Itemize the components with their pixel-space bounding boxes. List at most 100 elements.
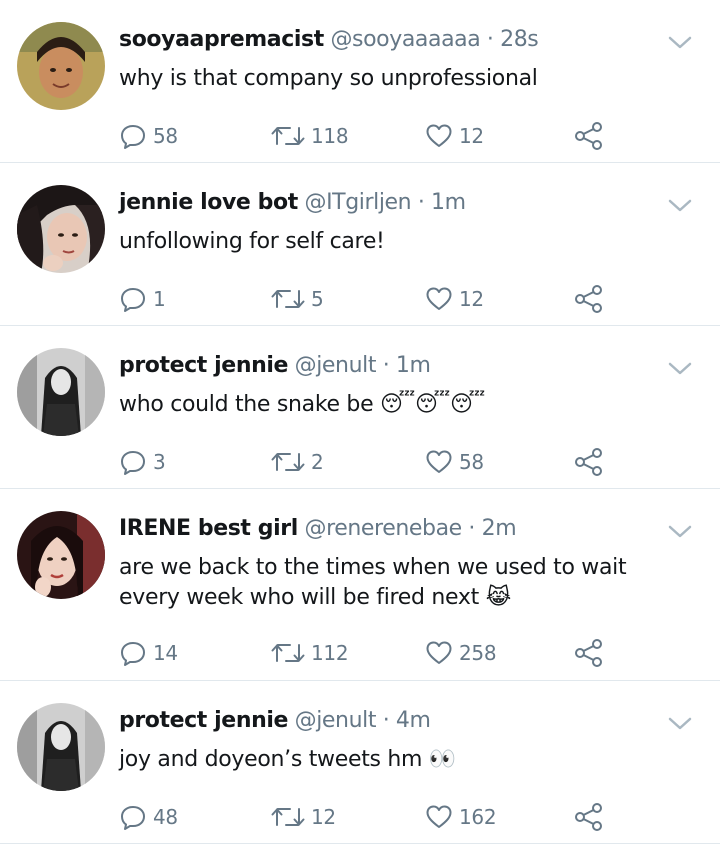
tweet[interactable]: protect jennie @jenult · 1m who could th…: [0, 326, 720, 489]
tweet-header: protect jennie @jenult · 1m: [119, 352, 431, 380]
avatar[interactable]: [17, 703, 105, 791]
retweet-button[interactable]: 2: [271, 446, 324, 478]
tweet-actions: 14 112 258: [119, 637, 720, 669]
tweet[interactable]: protect jennie @jenult · 4m joy and doye…: [0, 681, 720, 844]
heart-icon: [426, 287, 452, 310]
chevron-down-icon[interactable]: [666, 358, 694, 378]
tweet-text: why is that company so unprofessional: [119, 64, 690, 94]
share-button[interactable]: [574, 120, 604, 152]
retweet-button[interactable]: 112: [271, 637, 349, 669]
tweet-emoji: 😴😴😴: [380, 392, 485, 417]
reply-icon: [121, 642, 145, 666]
like-count: 58: [459, 450, 484, 474]
heart-icon: [426, 805, 452, 828]
reply-button[interactable]: 58: [119, 120, 178, 152]
display-name[interactable]: jennie love bot: [119, 190, 298, 215]
display-name[interactable]: protect jennie: [119, 708, 288, 733]
retweet-button[interactable]: 12: [271, 801, 336, 833]
reply-button[interactable]: 3: [119, 446, 166, 478]
timestamp[interactable]: 4m: [396, 708, 431, 733]
timestamp[interactable]: 1m: [431, 190, 466, 215]
reply-count: 58: [153, 124, 178, 148]
display-name[interactable]: protect jennie: [119, 353, 288, 378]
tweet-text-content: why is that company so unprofessional: [119, 66, 538, 91]
heart-icon: [426, 124, 452, 147]
retweet-icon: [271, 290, 305, 308]
reply-count: 14: [153, 641, 178, 665]
tweet[interactable]: jennie love bot @ITgirljen · 1m unfollow…: [0, 163, 720, 326]
chevron-down-icon[interactable]: [666, 32, 694, 52]
share-icon: [575, 639, 602, 667]
retweet-icon: [271, 127, 305, 145]
reply-icon: [121, 288, 145, 312]
like-button[interactable]: 12: [425, 283, 484, 315]
tweet-text: joy and doyeon’s tweets hm 👀: [119, 745, 690, 775]
timestamp[interactable]: 1m: [396, 353, 431, 378]
tweet-text-content: who could the snake be: [119, 392, 381, 417]
reply-button[interactable]: 14: [119, 637, 178, 669]
reply-count: 1: [153, 287, 166, 311]
tweet-actions: 3 2 58: [119, 446, 720, 478]
share-icon: [575, 285, 602, 313]
like-button[interactable]: 12: [425, 120, 484, 152]
user-handle[interactable]: @ITgirljen: [304, 190, 411, 215]
share-button[interactable]: [574, 637, 604, 669]
tweet-header: jennie love bot @ITgirljen · 1m: [119, 189, 466, 217]
tweet-text: are we back to the times when we used to…: [119, 553, 690, 613]
tweet-header: sooyaapremacist @sooyaaaaaa · 28s: [119, 26, 539, 54]
like-count: 12: [459, 124, 484, 148]
tweet-header: protect jennie @jenult · 4m: [119, 707, 431, 735]
tweet-actions: 48 12 162: [119, 801, 720, 833]
tweet-emoji: 👀: [428, 747, 456, 772]
reply-icon: [121, 806, 145, 830]
timestamp[interactable]: 2m: [482, 516, 517, 541]
heart-icon: [426, 641, 452, 664]
like-count: 258: [459, 641, 497, 665]
tweet-text-content: are we back to the times when we used to…: [119, 555, 627, 610]
chevron-down-icon[interactable]: [666, 521, 694, 541]
tweet-emoji: 😹: [485, 585, 512, 610]
retweet-button[interactable]: 5: [271, 283, 324, 315]
display-name[interactable]: sooyaapremacist: [119, 27, 324, 52]
retweet-count: 5: [311, 287, 324, 311]
share-button[interactable]: [574, 801, 604, 833]
user-handle[interactable]: @sooyaaaaaa: [330, 27, 480, 52]
user-handle[interactable]: @jenult: [295, 353, 377, 378]
avatar[interactable]: [17, 348, 105, 436]
avatar[interactable]: [17, 22, 105, 110]
tweet[interactable]: sooyaapremacist @sooyaaaaaa · 28s why is…: [0, 0, 720, 163]
timestamp[interactable]: 28s: [500, 27, 539, 52]
reply-icon: [121, 451, 145, 475]
avatar[interactable]: [17, 511, 105, 599]
reply-count: 3: [153, 450, 166, 474]
retweet-button[interactable]: 118: [271, 120, 349, 152]
tweet-text: unfollowing for self care!: [119, 227, 690, 257]
tweet-text: who could the snake be 😴😴😴: [119, 390, 690, 420]
user-handle[interactable]: @renerenebae: [304, 516, 462, 541]
share-icon: [575, 803, 602, 831]
retweet-count: 12: [311, 805, 336, 829]
tweet-actions: 58 118 12: [119, 120, 720, 152]
avatar[interactable]: [17, 185, 105, 273]
retweet-icon: [271, 808, 305, 826]
display-name[interactable]: IRENE best girl: [119, 516, 298, 541]
like-button[interactable]: 58: [425, 446, 484, 478]
share-button[interactable]: [574, 446, 604, 478]
chevron-down-icon[interactable]: [666, 195, 694, 215]
reply-button[interactable]: 48: [119, 801, 178, 833]
tweet-text-content: unfollowing for self care!: [119, 229, 385, 254]
like-count: 12: [459, 287, 484, 311]
separator-dot: ·: [417, 190, 425, 215]
reply-button[interactable]: 1: [119, 283, 166, 315]
tweet-text-content: joy and doyeon’s tweets hm: [119, 747, 429, 772]
chevron-down-icon[interactable]: [666, 713, 694, 733]
separator-dot: ·: [382, 353, 390, 378]
like-button[interactable]: 258: [425, 637, 497, 669]
tweet[interactable]: IRENE best girl @renerenebae · 2m are we…: [0, 489, 720, 681]
like-count: 162: [459, 805, 497, 829]
tweet-feed: sooyaapremacist @sooyaaaaaa · 28s why is…: [0, 0, 720, 844]
user-handle[interactable]: @jenult: [295, 708, 377, 733]
share-button[interactable]: [574, 283, 604, 315]
like-button[interactable]: 162: [425, 801, 497, 833]
retweet-count: 112: [311, 641, 349, 665]
